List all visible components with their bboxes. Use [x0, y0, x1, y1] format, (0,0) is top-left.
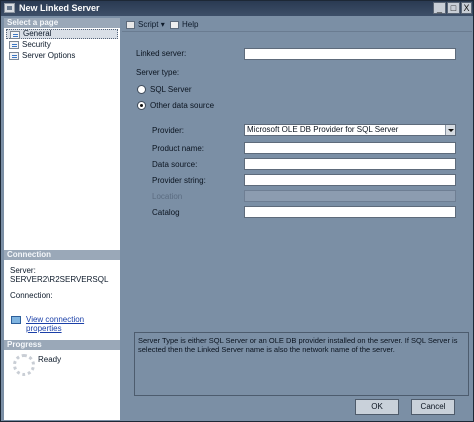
progress-header: Progress: [4, 340, 120, 350]
linked-server-label: Linked server:: [136, 49, 187, 58]
sidebar-item-label: General: [23, 29, 52, 38]
ok-button[interactable]: OK: [355, 399, 399, 415]
toolbar: Script ▾ Help: [122, 18, 472, 32]
page-icon: [9, 52, 19, 60]
connection-label: Connection:: [10, 291, 53, 300]
provider-string-label: Provider string:: [152, 176, 206, 185]
sidebar-item-general[interactable]: General: [6, 29, 118, 39]
main-panel: Script ▾ Help Linked server: Server type…: [122, 18, 472, 420]
provider-string-input[interactable]: [244, 174, 456, 186]
data-source-label: Data source:: [152, 160, 198, 169]
server-type-label: Server type:: [136, 68, 180, 77]
connection-header: Connection: [4, 250, 120, 260]
provider-label: Provider:: [152, 126, 185, 135]
connection-properties-icon: [11, 316, 21, 324]
help-label: Help: [182, 20, 199, 29]
title-bar[interactable]: New Linked Server _ □ X: [1, 1, 473, 16]
page-icon: [10, 31, 20, 39]
page-icon: [9, 41, 19, 49]
catalog-input[interactable]: [244, 206, 456, 218]
select-page-header: Select a page: [4, 18, 120, 28]
progress-spinner-icon: [13, 354, 35, 376]
product-name-label: Product name:: [152, 144, 205, 153]
cancel-button[interactable]: Cancel: [411, 399, 455, 415]
help-icon: [170, 21, 179, 29]
sidebar-item-security[interactable]: Security: [6, 40, 118, 50]
description-text: Server Type is either SQL Server or an O…: [134, 332, 469, 396]
provider-select-value: Microsoft OLE DB Provider for SQL Server: [247, 125, 399, 134]
help-button[interactable]: Help: [170, 20, 198, 30]
linked-server-input[interactable]: [244, 48, 456, 60]
other-data-source-option-label: Other data source: [150, 101, 215, 110]
close-button[interactable]: X: [461, 2, 472, 14]
location-input: [244, 190, 456, 202]
data-source-input[interactable]: [244, 158, 456, 170]
sidebar: Select a page General Security Server Op…: [4, 18, 120, 420]
progress-status: Ready: [38, 355, 62, 364]
server-label: Server:: [10, 266, 36, 275]
provider-select[interactable]: Microsoft OLE DB Provider for SQL Server: [244, 124, 456, 136]
location-label: Location: [152, 192, 183, 201]
window-icon: [4, 3, 15, 13]
sidebar-item-server-options[interactable]: Server Options: [6, 51, 118, 61]
chevron-down-icon[interactable]: [445, 125, 455, 135]
chevron-down-icon: ▾: [160, 20, 165, 29]
script-label: Script: [138, 20, 159, 29]
sql-server-option-label: SQL Server: [150, 85, 192, 94]
product-name-input[interactable]: [244, 142, 456, 154]
other-data-source-radio[interactable]: [137, 101, 146, 110]
script-icon: [126, 21, 135, 29]
new-linked-server-dialog: New Linked Server _ □ X Select a page Ge…: [0, 0, 474, 422]
sidebar-item-label: Server Options: [22, 51, 76, 60]
script-button[interactable]: Script ▾: [126, 20, 170, 30]
maximize-button[interactable]: □: [447, 2, 460, 14]
sql-server-radio[interactable]: [137, 85, 146, 94]
server-value: SERVER2\R2SERVERSQL: [10, 275, 109, 284]
minimize-button[interactable]: _: [433, 2, 446, 14]
sidebar-item-label: Security: [22, 40, 51, 49]
window-title: New Linked Server: [19, 3, 100, 13]
view-connection-properties-link[interactable]: View connection properties: [26, 315, 120, 333]
catalog-label: Catalog: [152, 208, 180, 217]
